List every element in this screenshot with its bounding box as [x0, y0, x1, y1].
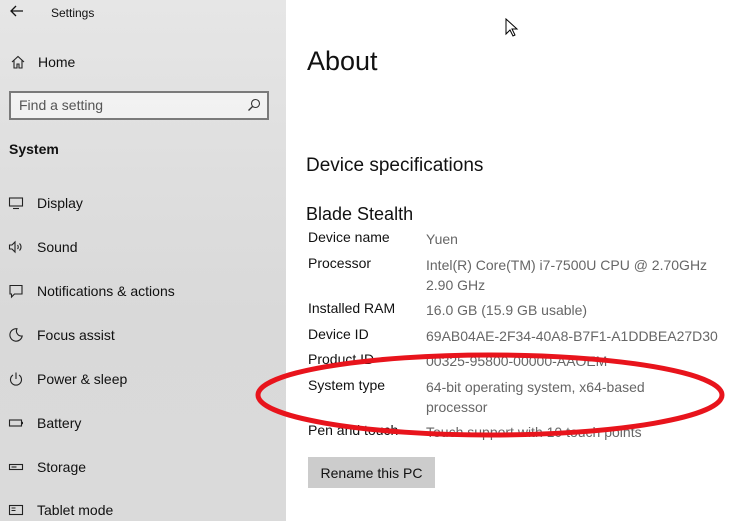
- sidebar-item-label: Battery: [37, 415, 82, 431]
- spec-value-line-1: Intel(R) Core(TM) i7-7500U CPU @ 2.70GHz: [426, 257, 708, 273]
- spec-value: Touch support with 10 touch points: [426, 424, 642, 440]
- spec-value-line-2: 2.90 GHz: [426, 277, 486, 293]
- spec-value: Yuen: [426, 231, 458, 247]
- device-model: Blade Stealth: [306, 204, 414, 224]
- search-input[interactable]: [19, 97, 239, 113]
- sidebar-item-label: Tablet mode: [37, 502, 114, 518]
- sidebar-item-power-sleep[interactable]: Power & sleep: [0, 366, 286, 394]
- sidebar-item-label: Notifications & actions: [37, 283, 175, 299]
- home-icon: [11, 55, 25, 69]
- app-title: Settings: [51, 6, 95, 20]
- about-page: About Device specifications Blade Stealt…: [286, 0, 740, 521]
- spec-value: Intel(R) Core(TM) i7-7500U CPU @ 2.70GHz…: [426, 255, 726, 295]
- sidebar-item-sound[interactable]: Sound: [0, 234, 286, 262]
- spec-value: 69AB04AE-2F34-40A8-B7F1-A1DDBEA27D30: [426, 328, 718, 344]
- storage-icon: [8, 463, 24, 471]
- sidebar-item-battery[interactable]: Battery: [0, 410, 286, 438]
- title-bar: Settings: [0, 0, 286, 28]
- section-title-device-specs: Device specifications: [306, 155, 484, 176]
- rename-pc-button[interactable]: Rename this PC: [308, 457, 435, 488]
- spec-value: 00325-95800-00000-AAOEM: [426, 353, 608, 369]
- spec-key: Product ID: [308, 351, 375, 367]
- page-title: About: [307, 46, 378, 76]
- sidebar-item-display[interactable]: Display: [0, 190, 286, 218]
- sidebar-item-label: Storage: [37, 459, 87, 475]
- home-nav-item[interactable]: Home: [0, 50, 286, 76]
- notification-icon: [9, 284, 23, 299]
- settings-sidebar: Settings Home System Display Sound: [0, 0, 286, 521]
- spec-key: Installed RAM: [308, 300, 396, 316]
- back-button[interactable]: [9, 3, 27, 21]
- power-icon: [9, 372, 23, 386]
- spec-key: Processor: [308, 255, 372, 271]
- section-heading-system: System: [9, 141, 59, 157]
- sidebar-item-notifications[interactable]: Notifications & actions: [0, 278, 286, 306]
- search-box[interactable]: [9, 91, 269, 120]
- tablet-icon: [8, 504, 24, 516]
- sidebar-item-label: Display: [37, 195, 83, 211]
- spec-value-line-1: 64-bit operating system, x64-based: [426, 379, 645, 395]
- sidebar-item-storage[interactable]: Storage: [0, 454, 286, 482]
- spec-value: 64-bit operating system, x64-based proce…: [426, 377, 726, 417]
- speaker-icon: [8, 240, 22, 254]
- spec-key: Pen and touch: [308, 422, 399, 438]
- battery-icon: [8, 419, 23, 427]
- spec-key: System type: [308, 377, 386, 393]
- display-icon: [8, 197, 24, 210]
- search-icon[interactable]: [247, 98, 261, 112]
- sidebar-item-label: Sound: [37, 239, 78, 255]
- home-label: Home: [38, 54, 76, 70]
- spec-value-line-2: processor: [426, 399, 488, 415]
- spec-key: Device ID: [308, 326, 369, 342]
- moon-icon: [9, 328, 23, 342]
- sidebar-item-label: Power & sleep: [37, 371, 128, 387]
- sidebar-item-label: Focus assist: [37, 327, 115, 343]
- spec-value: 16.0 GB (15.9 GB usable): [426, 302, 588, 318]
- spec-key: Device name: [308, 229, 390, 245]
- back-arrow-icon: [10, 5, 23, 17]
- mouse-cursor-icon: [505, 18, 519, 37]
- sidebar-item-focus-assist[interactable]: Focus assist: [0, 322, 286, 350]
